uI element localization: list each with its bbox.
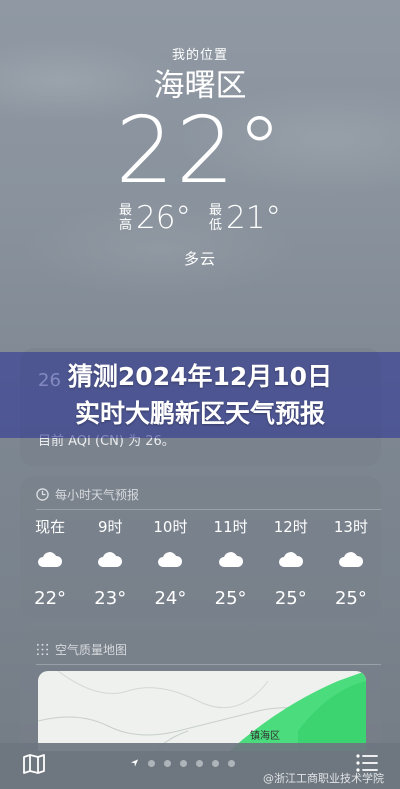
page-dot[interactable] xyxy=(228,759,235,767)
hourly-header: 每小时天气预报 xyxy=(36,486,139,503)
divider xyxy=(36,664,381,665)
hour-item: 现在 22° xyxy=(20,516,80,609)
hour-temp: 25° xyxy=(214,588,247,609)
cloud-icon xyxy=(157,538,183,580)
air-map-title: 空气质量地图 xyxy=(55,643,128,657)
cloud-icon xyxy=(338,538,364,580)
page-dot[interactable] xyxy=(180,759,187,767)
map-icon[interactable] xyxy=(22,753,46,779)
page-dot[interactable] xyxy=(196,759,203,767)
clock-icon xyxy=(36,488,49,501)
high-low-temps: 最 高 26° 最 低 21° xyxy=(0,200,400,236)
hour-item: 10时 24° xyxy=(140,516,200,609)
page-dot[interactable] xyxy=(148,759,155,767)
hour-item: 11时 25° xyxy=(201,516,261,609)
cloud-icon xyxy=(97,538,123,580)
high-value: 26° xyxy=(136,200,191,236)
overlay-line-1: 猜测2024年12月10日 xyxy=(67,362,333,391)
page-indicator[interactable] xyxy=(130,758,235,768)
hour-item: 9时 23° xyxy=(80,516,140,609)
current-temperature: 22° xyxy=(115,97,285,204)
high-label-bottom: 高 xyxy=(119,218,133,233)
hour-temp: 24° xyxy=(154,588,187,609)
air-quality-map[interactable]: 镇海区 xyxy=(38,671,366,751)
high-label-top: 最 xyxy=(119,203,133,218)
map-graphic xyxy=(38,671,366,751)
hourly-forecast-card[interactable]: 每小时天气预报 现在 22° 9时 23° 10时 24° 11时 25° 12… xyxy=(20,476,381,618)
low-label: 最 低 xyxy=(209,203,222,233)
dotted-grid-icon xyxy=(36,643,49,656)
location-arrow-icon xyxy=(130,759,139,767)
low-label-top: 最 xyxy=(209,203,223,218)
hour-item: 13时 25° xyxy=(321,516,381,609)
hour-time: 9时 xyxy=(97,518,123,536)
hour-time: 13时 xyxy=(333,518,368,536)
high-temp: 最 高 26° xyxy=(119,200,191,236)
page-dot[interactable] xyxy=(164,759,171,767)
cloud-icon xyxy=(278,538,304,580)
hour-temp: 22° xyxy=(34,588,67,609)
hourly-title: 每小时天气预报 xyxy=(55,488,140,502)
watermark: @浙江工商职业技术学院 xyxy=(263,772,384,785)
hour-time: 12时 xyxy=(273,518,308,536)
hourly-list[interactable]: 现在 22° 9时 23° 10时 24° 11时 25° 12时 25° 13… xyxy=(20,516,381,609)
hour-temp: 25° xyxy=(334,588,367,609)
page-dot[interactable] xyxy=(212,759,219,767)
hour-temp: 25° xyxy=(274,588,307,609)
air-map-header: 空气质量地图 xyxy=(36,641,127,658)
hour-temp: 23° xyxy=(94,588,127,609)
hour-item: 12时 25° xyxy=(261,516,321,609)
weather-condition: 多云 xyxy=(183,250,216,268)
hour-time: 11时 xyxy=(213,518,248,536)
divider xyxy=(36,509,381,510)
low-label-bottom: 低 xyxy=(209,218,223,233)
cloud-icon xyxy=(218,538,244,580)
cloud-icon xyxy=(37,538,63,580)
low-temp: 最 低 21° xyxy=(209,200,281,236)
hour-time: 10时 xyxy=(153,518,188,536)
low-value: 21° xyxy=(226,200,281,236)
overlay-line-2: 实时大鹏新区天气预报 xyxy=(74,399,325,428)
overlay-title: 猜测2024年12月10日 实时大鹏新区天气预报 xyxy=(0,358,400,432)
hour-time: 现在 xyxy=(35,518,66,536)
map-place-label: 镇海区 xyxy=(250,731,280,742)
high-label: 最 高 xyxy=(119,203,132,233)
air-quality-map-card[interactable]: 空气质量地图 镇海区 xyxy=(20,631,381,751)
